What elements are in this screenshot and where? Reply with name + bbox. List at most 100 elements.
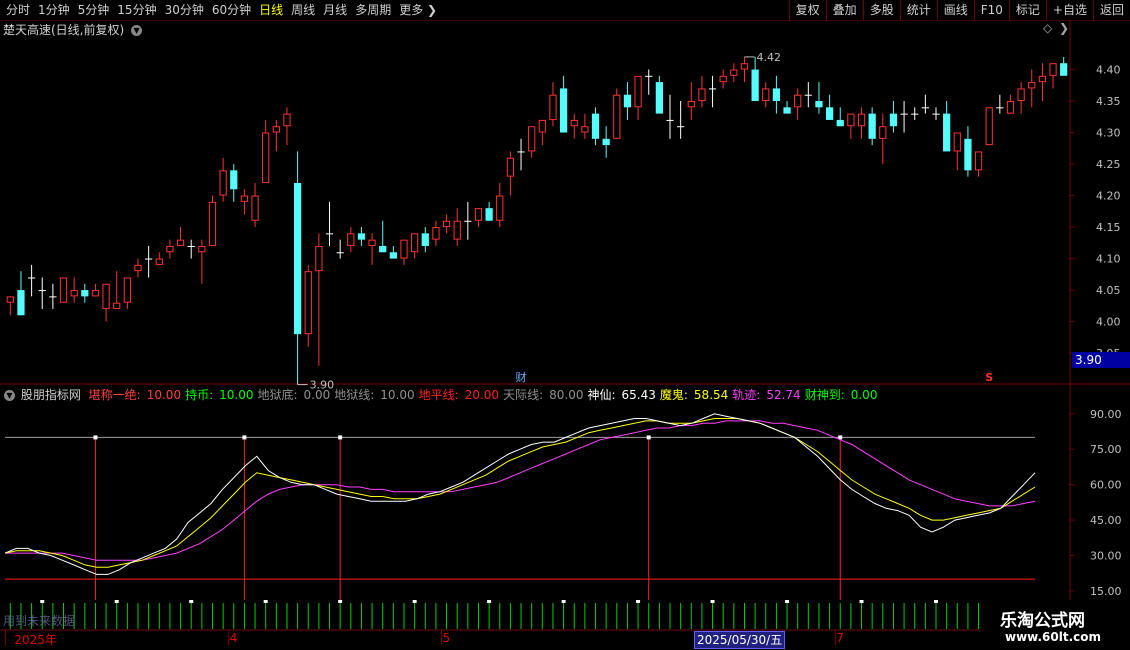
- candle-body: [1038, 75, 1047, 83]
- candle-body: [666, 119, 674, 121]
- caishen-dot: [487, 600, 492, 603]
- mogui-line: [4, 418, 1036, 568]
- candle-body: [687, 101, 695, 108]
- candle-body: [379, 245, 387, 253]
- date-label: 7: [836, 631, 844, 645]
- candle-body: [996, 107, 1004, 109]
- caishen-dot: [40, 600, 45, 603]
- indicator-param-value: 65.43: [621, 388, 656, 402]
- caishen-dot: [859, 600, 864, 603]
- candle-body: [900, 113, 908, 115]
- indicator-name[interactable]: 股朋指标网: [21, 388, 81, 402]
- candle-body: [783, 107, 791, 114]
- candle-body: [1060, 63, 1068, 76]
- price-tick-label: 4.30: [1096, 127, 1121, 140]
- indicator-param: 神仙:: [587, 388, 616, 402]
- signal-dot: [338, 435, 343, 440]
- candle-body: [432, 227, 440, 240]
- candle-body: [389, 252, 397, 259]
- signal-dot: [242, 435, 247, 440]
- candle-body: [198, 245, 206, 253]
- candle-body: [868, 113, 876, 139]
- candle-body: [932, 113, 940, 115]
- candle-body: [219, 170, 227, 196]
- candle-body: [368, 239, 376, 246]
- candle-body: [698, 88, 706, 102]
- candle-body: [81, 290, 89, 297]
- candle-body: [453, 220, 461, 240]
- price-tick-label: 4.35: [1096, 95, 1121, 108]
- indicator-param: 持币:: [185, 388, 214, 402]
- candle-body: [6, 296, 14, 303]
- candle-body: [645, 75, 653, 77]
- candle-body: [591, 113, 600, 139]
- indicator-param: 地平线:: [418, 388, 459, 402]
- date-label: 5: [442, 631, 451, 645]
- candle-body: [134, 264, 142, 272]
- indicator-param-value: 20.00: [464, 388, 500, 402]
- indicator-tick-label: 75.00: [1090, 443, 1122, 456]
- candle-body: [772, 88, 781, 102]
- candle-body: [59, 277, 68, 303]
- price-tick-label: 4.20: [1096, 190, 1121, 203]
- candle-body: [740, 63, 749, 70]
- chevron-down-icon[interactable]: ▼: [4, 390, 15, 401]
- candle-body: [825, 107, 834, 120]
- candle-body: [283, 113, 291, 127]
- candle-body: [421, 233, 429, 246]
- caishen-dot: [189, 600, 194, 603]
- candle-body: [91, 290, 100, 297]
- date-label: 4: [229, 631, 238, 645]
- indicator-param: 天际线:: [503, 388, 544, 402]
- price-tick-label: 4.05: [1096, 284, 1121, 297]
- candle-body: [815, 101, 823, 108]
- candle-body: [347, 233, 355, 246]
- candle-body: [357, 233, 366, 240]
- candle-body: [27, 277, 36, 279]
- caishen-dot: [636, 600, 641, 603]
- brand-watermark: 乐淘公式网 www.60lt.com: [980, 600, 1130, 650]
- candle-body: [730, 69, 738, 76]
- candle-body: [634, 75, 642, 108]
- candle-body: [1049, 63, 1057, 76]
- candle-body: [804, 94, 812, 96]
- candle-body: [623, 94, 632, 108]
- candle-body: [485, 208, 493, 221]
- candle-body: [581, 126, 589, 133]
- indicator-param-value: 52.74: [766, 388, 801, 402]
- price-tick-label: 4.40: [1096, 64, 1121, 77]
- candle-body: [836, 119, 844, 127]
- indicator-param: 轨迹:: [732, 388, 761, 402]
- candle-body: [985, 107, 993, 146]
- candle-body: [538, 119, 546, 133]
- indicator-tick-label: 30.00: [1090, 549, 1122, 562]
- candle-body: [794, 94, 802, 108]
- high-price-label: 4.42: [756, 51, 781, 64]
- candle-body: [857, 113, 866, 127]
- candle-body: [708, 88, 717, 90]
- kline-chart[interactable]: 4.404.354.304.254.204.154.104.054.003.95…: [0, 0, 1130, 650]
- candle-body: [166, 245, 174, 253]
- indicator-tick-label: 15.00: [1090, 585, 1122, 598]
- candle-body: [506, 157, 515, 177]
- candle-body: [187, 245, 195, 247]
- candle-body: [208, 201, 217, 246]
- caishen-dot: [263, 600, 268, 603]
- candle-body: [17, 290, 25, 316]
- caishen-dot: [561, 600, 566, 603]
- caishen-dot: [785, 600, 790, 603]
- candle-body: [293, 182, 302, 335]
- sell-marker: S: [985, 371, 993, 384]
- candle-body: [570, 119, 578, 127]
- brand-name: 乐淘公式网: [1000, 611, 1085, 631]
- indicator-tick-label: 90.00: [1090, 408, 1122, 421]
- candle-body: [315, 245, 323, 272]
- guiji-line: [5, 420, 1036, 561]
- price-tick-label: 4.15: [1096, 221, 1121, 234]
- current-price-tag: 3.90: [1072, 352, 1130, 368]
- date-label: 2025年: [14, 633, 57, 647]
- candle-body: [251, 195, 259, 221]
- indicator-params: 堪称一绝: 10.00 持币: 10.00 地狱底: 0.00 地狱线: 10.00 地平线: 2…: [89, 388, 882, 402]
- candle-body: [911, 113, 919, 115]
- candle-body: [943, 113, 951, 152]
